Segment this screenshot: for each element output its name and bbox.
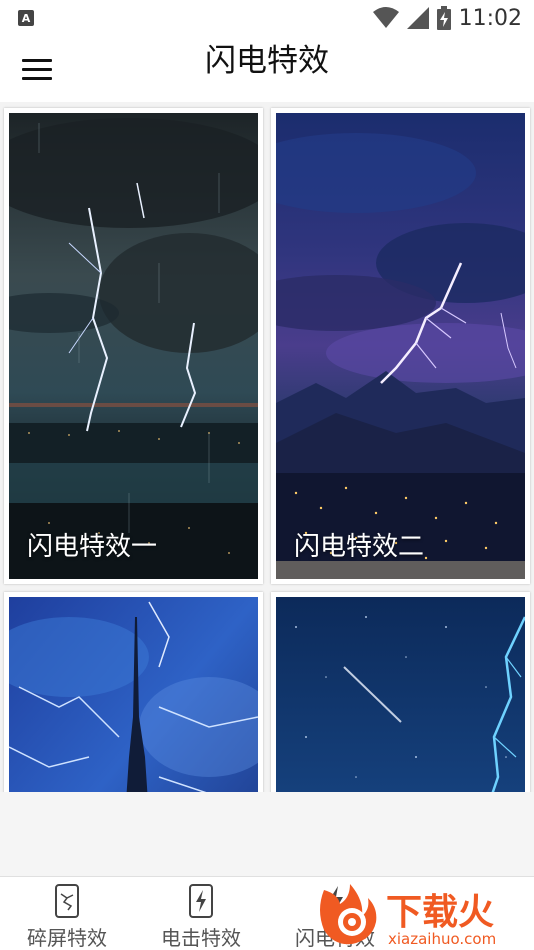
electric-phone-icon: [189, 884, 213, 918]
xiazaihuo-logo-icon: 下载火 xiazaihuo.com: [320, 884, 496, 948]
lightning-mountain-image: [276, 113, 525, 579]
effect-thumbnail: 闪电特效二: [276, 113, 525, 579]
effect-thumbnail: [276, 597, 525, 792]
effect-card-label: 闪电特效二: [294, 532, 425, 562]
nav-label: 电击特效: [161, 926, 241, 950]
watermark-url: xiazaihuo.com: [388, 930, 496, 948]
watermark-brand: 下载火: [386, 892, 494, 933]
page-title: 闪电特效: [205, 43, 329, 79]
lightning-starfield-image: [276, 597, 525, 792]
nav-item-electric-shock[interactable]: 电击特效: [134, 877, 268, 950]
notification-app-icon: A: [18, 10, 34, 26]
battery-icon: [436, 6, 451, 30]
status-time: 11:02: [458, 5, 522, 31]
wifi-icon: [372, 7, 399, 28]
effect-card-3[interactable]: [4, 592, 263, 792]
app-bar: 闪电特效: [0, 36, 534, 102]
effect-card-1[interactable]: 闪电特效一: [4, 108, 263, 584]
broken-phone-icon: [55, 884, 79, 918]
content-spacer: [0, 792, 534, 876]
effect-card-label: 闪电特效一: [27, 532, 158, 562]
nav-item-broken-screen[interactable]: 碎屏特效: [0, 877, 134, 950]
signal-icon: [406, 7, 429, 29]
lightning-city-image: [9, 113, 258, 579]
app-screen: A 11:02 闪电特效 闪电特效一 闪电特效二 碎屏特效 电击特效 下载火 x…: [0, 0, 534, 950]
effect-thumbnail: [9, 597, 258, 792]
nav-label: 碎屏特效: [27, 926, 107, 950]
watermark-logo: 下载火 xiazaihuo.com: [314, 880, 534, 950]
status-icons: 11:02: [372, 4, 522, 32]
effect-thumbnail: 闪电特效一: [9, 113, 258, 579]
lightning-tower-image: [9, 597, 258, 792]
effects-grid: 闪电特效一 闪电特效二: [0, 102, 534, 792]
effect-card-4[interactable]: [271, 592, 530, 792]
effect-card-2[interactable]: 闪电特效二: [271, 108, 530, 584]
status-bar: A 11:02: [0, 0, 534, 36]
